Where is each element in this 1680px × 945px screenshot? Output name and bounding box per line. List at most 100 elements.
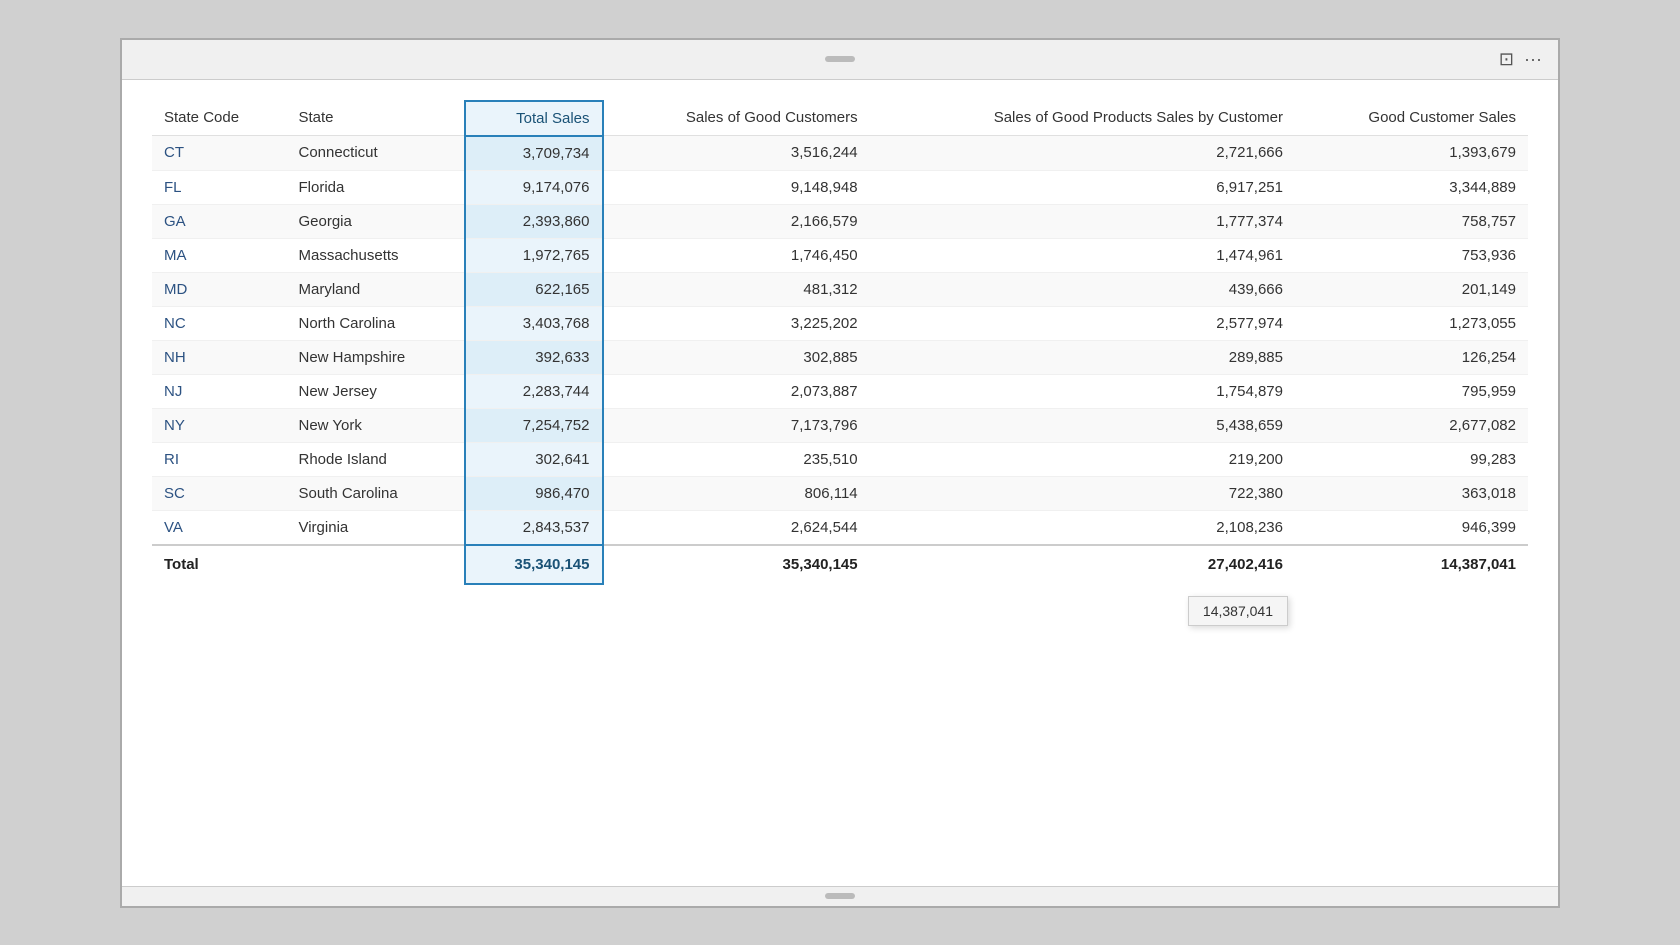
cell-state-code: VA: [152, 510, 286, 545]
more-options-icon[interactable]: ···: [1524, 49, 1542, 70]
cell-sales-good-products: 1,754,879: [870, 374, 1295, 408]
cell-sales-good-customers: 1,746,450: [603, 238, 870, 272]
col-sales-good-customers[interactable]: Sales of Good Customers: [603, 101, 870, 136]
tooltip-value: 14,387,041: [1203, 603, 1273, 619]
cell-total-sales: 7,254,752: [465, 408, 602, 442]
table-row: MAMassachusetts1,972,7651,746,4501,474,9…: [152, 238, 1528, 272]
cell-total-sales: 2,843,537: [465, 510, 602, 545]
cell-good-customer-sales: 758,757: [1295, 204, 1528, 238]
cell-state-code: SC: [152, 476, 286, 510]
col-total-sales[interactable]: Total Sales: [465, 101, 602, 136]
window-controls: ⊡ ···: [1499, 49, 1542, 70]
top-grip[interactable]: [825, 56, 855, 62]
cell-total-sales: 986,470: [465, 476, 602, 510]
cell-total-sales: 1,972,765: [465, 238, 602, 272]
sales-table: State Code State Total Sales Sales of Go…: [152, 100, 1528, 585]
cell-sales-good-customers: 3,516,244: [603, 136, 870, 171]
cell-sales-good-customers: 9,148,948: [603, 170, 870, 204]
cell-total-sales: 3,709,734: [465, 136, 602, 171]
expand-icon[interactable]: ⊡: [1499, 49, 1514, 70]
cell-state: Maryland: [286, 272, 465, 306]
cell-state-code: MD: [152, 272, 286, 306]
cell-sales-good-products: 219,200: [870, 442, 1295, 476]
totals-row: Total 35,340,145 35,340,145 27,402,416 1…: [152, 545, 1528, 584]
col-state[interactable]: State: [286, 101, 465, 136]
cell-sales-good-customers: 481,312: [603, 272, 870, 306]
total-state-empty: [286, 545, 465, 584]
table-row: VAVirginia2,843,5372,624,5442,108,236946…: [152, 510, 1528, 545]
cell-state: Florida: [286, 170, 465, 204]
cell-total-sales: 622,165: [465, 272, 602, 306]
cell-total-sales: 2,283,744: [465, 374, 602, 408]
cell-total-sales: 302,641: [465, 442, 602, 476]
table-body: CTConnecticut3,709,7343,516,2442,721,666…: [152, 136, 1528, 545]
cell-good-customer-sales: 1,273,055: [1295, 306, 1528, 340]
top-bar: ⊡ ···: [122, 40, 1558, 80]
cell-good-customer-sales: 201,149: [1295, 272, 1528, 306]
cell-state-code: NY: [152, 408, 286, 442]
col-good-customer-sales[interactable]: Good Customer Sales: [1295, 101, 1528, 136]
total-good-customers: 35,340,145: [603, 545, 870, 584]
cell-state: Massachusetts: [286, 238, 465, 272]
cell-sales-good-customers: 2,624,544: [603, 510, 870, 545]
cell-total-sales: 3,403,768: [465, 306, 602, 340]
cell-good-customer-sales: 2,677,082: [1295, 408, 1528, 442]
cell-sales-good-products: 1,474,961: [870, 238, 1295, 272]
cell-sales-good-products: 2,721,666: [870, 136, 1295, 171]
cell-state: South Carolina: [286, 476, 465, 510]
cell-state-code: NC: [152, 306, 286, 340]
total-good-products: 27,402,416: [870, 545, 1295, 584]
cell-state-code: CT: [152, 136, 286, 171]
cell-good-customer-sales: 946,399: [1295, 510, 1528, 545]
cell-state-code: NH: [152, 340, 286, 374]
cell-sales-good-customers: 2,166,579: [603, 204, 870, 238]
tooltip: 14,387,041: [1188, 596, 1288, 626]
cell-sales-good-products: 5,438,659: [870, 408, 1295, 442]
cell-sales-good-products: 2,577,974: [870, 306, 1295, 340]
cell-good-customer-sales: 1,393,679: [1295, 136, 1528, 171]
cell-sales-good-customers: 235,510: [603, 442, 870, 476]
cell-state: North Carolina: [286, 306, 465, 340]
table-row: NJNew Jersey2,283,7442,073,8871,754,8797…: [152, 374, 1528, 408]
col-sales-good-products[interactable]: Sales of Good Products Sales by Customer: [870, 101, 1295, 136]
cell-sales-good-products: 2,108,236: [870, 510, 1295, 545]
table-row: CTConnecticut3,709,7343,516,2442,721,666…: [152, 136, 1528, 171]
cell-sales-good-products: 1,777,374: [870, 204, 1295, 238]
cell-state-code: FL: [152, 170, 286, 204]
cell-state: Connecticut: [286, 136, 465, 171]
bottom-grip[interactable]: [825, 893, 855, 899]
cell-state: Georgia: [286, 204, 465, 238]
cell-total-sales: 392,633: [465, 340, 602, 374]
cell-sales-good-products: 289,885: [870, 340, 1295, 374]
table-container: State Code State Total Sales Sales of Go…: [122, 80, 1558, 886]
cell-state-code: RI: [152, 442, 286, 476]
table-row: NCNorth Carolina3,403,7683,225,2022,577,…: [152, 306, 1528, 340]
col-state-code[interactable]: State Code: [152, 101, 286, 136]
cell-sales-good-customers: 2,073,887: [603, 374, 870, 408]
cell-sales-good-customers: 7,173,796: [603, 408, 870, 442]
cell-good-customer-sales: 3,344,889: [1295, 170, 1528, 204]
cell-state-code: MA: [152, 238, 286, 272]
cell-good-customer-sales: 99,283: [1295, 442, 1528, 476]
table-row: NHNew Hampshire392,633302,885289,885126,…: [152, 340, 1528, 374]
cell-sales-good-products: 6,917,251: [870, 170, 1295, 204]
cell-total-sales: 2,393,860: [465, 204, 602, 238]
cell-good-customer-sales: 753,936: [1295, 238, 1528, 272]
total-total-sales: 35,340,145: [465, 545, 602, 584]
total-good-customer-sales: 14,387,041: [1295, 545, 1528, 584]
cell-good-customer-sales: 795,959: [1295, 374, 1528, 408]
cell-state: Virginia: [286, 510, 465, 545]
table-header-row: State Code State Total Sales Sales of Go…: [152, 101, 1528, 136]
cell-sales-good-customers: 806,114: [603, 476, 870, 510]
table-row: SCSouth Carolina986,470806,114722,380363…: [152, 476, 1528, 510]
cell-state-code: NJ: [152, 374, 286, 408]
cell-sales-good-customers: 3,225,202: [603, 306, 870, 340]
table-row: GAGeorgia2,393,8602,166,5791,777,374758,…: [152, 204, 1528, 238]
cell-good-customer-sales: 363,018: [1295, 476, 1528, 510]
total-label: Total: [152, 545, 286, 584]
cell-sales-good-products: 722,380: [870, 476, 1295, 510]
cell-state: Rhode Island: [286, 442, 465, 476]
table-row: MDMaryland622,165481,312439,666201,149: [152, 272, 1528, 306]
bottom-bar: [122, 886, 1558, 906]
table-footer: Total 35,340,145 35,340,145 27,402,416 1…: [152, 545, 1528, 584]
